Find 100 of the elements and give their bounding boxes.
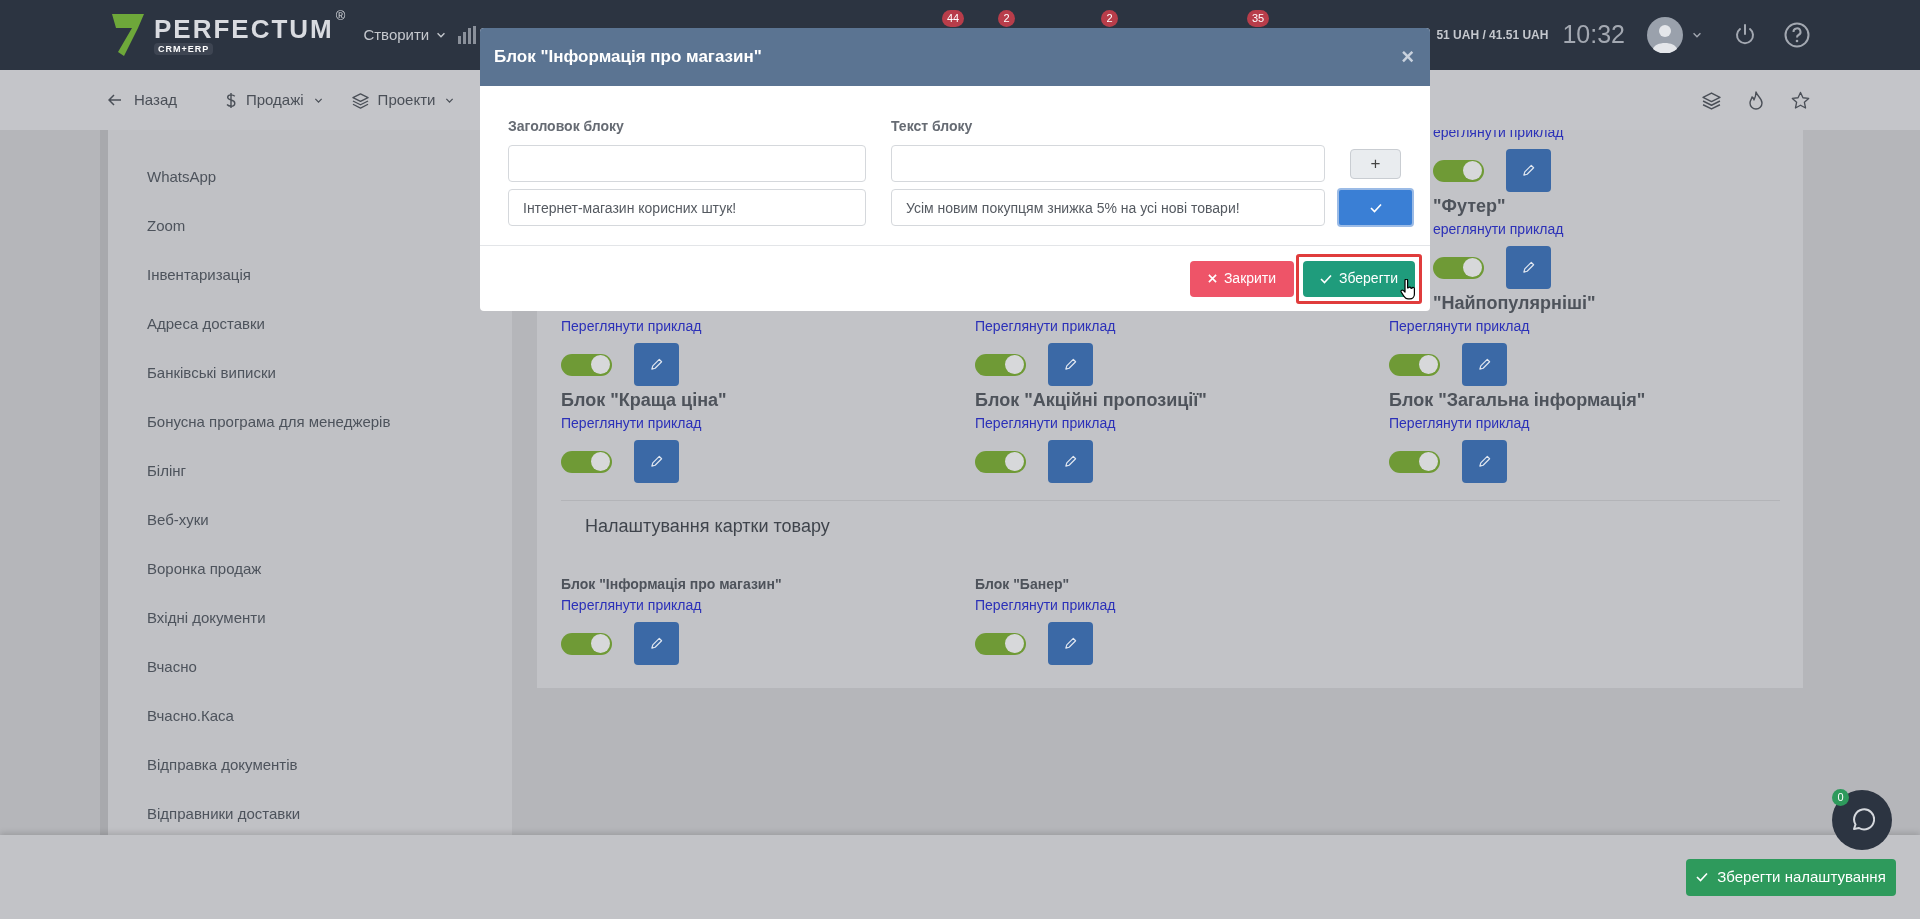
create-menu[interactable]: Створити (363, 23, 448, 47)
example-link[interactable]: Переглянути приклад (975, 315, 1116, 337)
help-icon[interactable] (1784, 22, 1810, 48)
star-icon[interactable] (1791, 90, 1810, 110)
example-link[interactable]: ереглянути приклад (1433, 218, 1564, 240)
example-link[interactable]: Переглянути приклад (975, 412, 1116, 434)
count-badge: 35 (1247, 10, 1270, 27)
sidebar-item[interactable]: Бонусна програма для менеджерів (147, 411, 391, 434)
nav-menu[interactable]: Проекти (351, 88, 456, 112)
logo-wordmark: PERFECTUM (154, 15, 334, 43)
count-badge: 44 (942, 10, 965, 27)
chat-button[interactable]: 0 (1832, 790, 1892, 850)
check-icon (1320, 273, 1332, 284)
edit-button[interactable] (1506, 149, 1551, 192)
avatar-icon[interactable] (1647, 17, 1683, 53)
pencil-icon (1478, 358, 1491, 371)
power-icon[interactable] (1733, 23, 1757, 47)
sidebar-item[interactable]: Вхідні документи (147, 607, 266, 630)
toggle-switch[interactable] (975, 632, 1026, 655)
add-button[interactable]: + (1350, 148, 1401, 179)
edit-button[interactable] (634, 343, 679, 386)
pencil-icon (1522, 261, 1535, 274)
bar-chart-icon[interactable] (458, 26, 478, 44)
close-button[interactable]: × (1401, 46, 1414, 68)
close-icon (1207, 274, 1217, 283)
field-label: Заголовок блоку (508, 117, 624, 136)
example-link[interactable]: Переглянути приклад (561, 412, 702, 434)
toggle-switch[interactable] (1433, 159, 1484, 182)
toggle-switch[interactable] (975, 353, 1026, 376)
close-button[interactable]: Закрити (1190, 260, 1294, 297)
edit-button[interactable] (1462, 440, 1507, 483)
section-heading: Налаштування картки товару (585, 515, 830, 538)
pencil-icon (650, 637, 663, 650)
edit-button[interactable] (1048, 440, 1093, 483)
save-settings-button[interactable]: Зберегти налаштування (1686, 858, 1896, 896)
block-title: "Найпопулярніші" (1433, 292, 1597, 315)
sidebar-item[interactable]: Zoom (147, 215, 186, 238)
edit-button[interactable] (634, 622, 679, 665)
text-input[interactable] (891, 145, 1325, 182)
hand-cursor-icon (1400, 279, 1416, 300)
block-title: Блок "Загальна інформація" (1389, 389, 1647, 412)
arrow-left-icon (108, 94, 122, 106)
check-icon (1696, 872, 1709, 882)
registered-mark: ® (335, 9, 346, 22)
pencil-icon (1064, 358, 1077, 371)
sidebar-item[interactable]: Відправка документів (147, 754, 298, 777)
field-label: Текст блоку (891, 117, 973, 136)
toggle-switch[interactable] (561, 632, 612, 655)
sidebar-item[interactable]: Відправники доставки (147, 803, 301, 826)
example-link[interactable]: Переглянути приклад (975, 594, 1116, 616)
block-title: Блок "Акційні пропозиції" (975, 389, 1208, 412)
edit-button[interactable] (1462, 343, 1507, 386)
toggle-switch[interactable] (561, 353, 612, 376)
edit-button[interactable] (1048, 343, 1093, 386)
pencil-icon (1478, 455, 1491, 468)
pencil-icon (1064, 637, 1077, 650)
example-link[interactable]: Переглянути приклад (1389, 412, 1530, 434)
sidebar-item[interactable]: Банківські виписки (147, 362, 276, 385)
sidebar-item[interactable]: Адреса доставки (147, 313, 265, 336)
toggle-switch[interactable] (1389, 450, 1440, 473)
sidebar-item[interactable]: Інвентаризація (147, 264, 251, 287)
sidebar-item[interactable]: Вчасно (147, 656, 197, 679)
block-title: Блок "Краща ціна" (561, 389, 728, 412)
sidebar-item[interactable]: Білінг (147, 460, 187, 483)
count-badge: 2 (1101, 10, 1118, 27)
edit-button[interactable] (634, 440, 679, 483)
clock-text: 10:32 (1562, 19, 1625, 51)
edit-button[interactable] (1506, 246, 1551, 289)
back-link[interactable]: Назад (108, 88, 177, 112)
text-input[interactable]: Усім новим покупцям знижка 5% на усі нові товари! (891, 189, 1325, 226)
example-link[interactable]: Переглянути приклад (1389, 315, 1530, 337)
check-icon (1369, 202, 1382, 213)
nav-menu[interactable]: Продажі (225, 88, 324, 112)
sidebar-item[interactable]: Вчасно.Каса (147, 705, 234, 728)
sidebar-item[interactable]: WhatsApp (147, 166, 217, 189)
count-badge: 2 (998, 10, 1015, 27)
toggle-switch[interactable] (975, 450, 1026, 473)
sidebar-item[interactable]: Воронка продаж (147, 558, 262, 581)
toggle-switch[interactable] (1433, 256, 1484, 279)
block-title: Блок "Інформація про магазин" (561, 575, 782, 594)
pencil-icon (650, 455, 663, 468)
logo-tagline: CRM+ERP (154, 43, 214, 55)
edit-button[interactable] (1048, 622, 1093, 665)
example-link[interactable]: Переглянути приклад (561, 594, 702, 616)
text-input[interactable]: Інтернет-магазин корисних штук! (508, 189, 866, 226)
layers-icon[interactable] (1702, 90, 1721, 110)
toggle-switch[interactable] (1389, 353, 1440, 376)
example-link[interactable]: ереглянути приклад (1433, 130, 1564, 143)
block-title: "Футер" (1433, 195, 1507, 218)
layers-icon (351, 91, 369, 109)
confirm-button[interactable] (1337, 188, 1414, 227)
pencil-icon (1064, 455, 1077, 468)
flame-icon[interactable] (1748, 90, 1764, 110)
sidebar-item[interactable]: Веб-хуки (147, 509, 209, 532)
save-button[interactable]: Зберегти (1303, 260, 1415, 297)
logo-icon (110, 12, 146, 58)
toggle-switch[interactable] (561, 450, 612, 473)
example-link[interactable]: Переглянути приклад (561, 315, 702, 337)
pencil-icon (650, 358, 663, 371)
text-input[interactable] (508, 145, 866, 182)
